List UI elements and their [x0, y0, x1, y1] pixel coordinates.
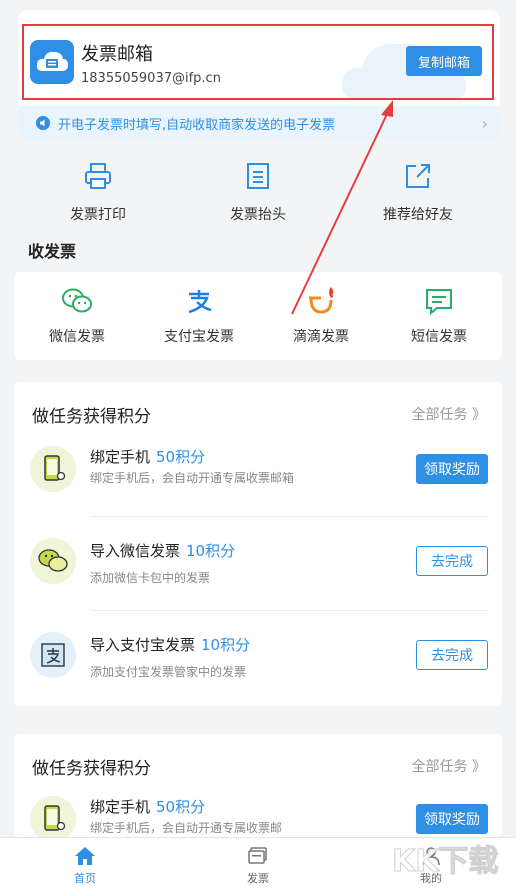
go-complete-button[interactable]: 去完成: [416, 546, 488, 576]
chevron-right-icon: ›: [481, 114, 488, 133]
go-complete-button[interactable]: 去完成: [416, 640, 488, 670]
mailbox-cloud-icon: [30, 40, 74, 84]
receive-label: 微信发票: [49, 329, 105, 345]
tools-row: 发票打印 发票抬头 推荐给好友: [0, 162, 516, 232]
task-row: 绑定手机 50积分 绑定手机后，会自动开通专属收票邮 领取奖励: [14, 774, 502, 837]
tool-print[interactable]: 发票打印: [38, 162, 158, 224]
didi-icon: [309, 287, 334, 314]
claim-reward-button[interactable]: 领取奖励: [416, 804, 488, 834]
tool-label: 推荐给好友: [383, 207, 453, 223]
notice-text: 开电子发票时填写,自动收取商家发送的电子发票: [58, 117, 336, 133]
tool-label: 发票抬头: [230, 207, 286, 223]
task-desc: 添加微信卡包中的发票: [90, 571, 211, 585]
receive-didi[interactable]: 滴滴发票: [266, 286, 376, 346]
task-points: 50积分: [156, 798, 206, 816]
copy-mailbox-button[interactable]: 复制邮箱: [406, 46, 482, 76]
svg-text:KK下载: KK下载: [392, 844, 499, 879]
watermark-url: www.kkx.net: [417, 878, 488, 891]
task-desc: 绑定手机后，会自动开通专属收票邮: [90, 821, 283, 835]
receive-wechat[interactable]: 微信发票: [22, 286, 132, 346]
task-points: 10积分: [186, 542, 236, 560]
receive-alipay[interactable]: 支付宝发票: [144, 286, 254, 346]
task-row: 导入支付宝发票 10积分 添加支付宝发票管家中的发票 去完成: [14, 610, 502, 704]
tab-label: 发票: [247, 872, 269, 885]
task-card: 做任务获得积分 全部任务 》 绑定手机 50积分 绑定手机后，会自动开通专属收票邮…: [14, 734, 502, 837]
task-points: 50积分: [156, 448, 206, 466]
document-icon: [247, 163, 269, 189]
claim-reward-button[interactable]: 领取奖励: [416, 454, 488, 484]
task-name: 绑定手机: [90, 798, 151, 816]
speaker-icon: [36, 116, 50, 130]
tab-label: 首页: [74, 872, 96, 885]
tool-share[interactable]: 推荐给好友: [358, 162, 478, 224]
tool-label: 发票打印: [70, 207, 126, 223]
task-card: 做任务获得积分 全部任务 》 绑定手机 50积分 绑定手机后，会自动开通专属收票邮…: [14, 382, 502, 706]
receive-sms[interactable]: 短信发票: [384, 286, 494, 346]
mailbox-card: 发票邮箱 18355059037@ifp.cn 复制邮箱 开电子发票时填写,自动…: [18, 10, 500, 140]
divider: [90, 610, 488, 611]
task-row: 绑定手机 50积分 绑定手机后，会自动开通专属收票邮箱 领取奖励: [14, 422, 502, 516]
tab-home[interactable]: 首页: [45, 846, 125, 886]
phone-icon: [30, 446, 76, 492]
all-tasks-link[interactable]: 全部任务 》: [412, 404, 486, 424]
printer-icon: [85, 163, 111, 189]
divider: [90, 516, 488, 517]
receive-label: 滴滴发票: [293, 329, 349, 345]
receive-section-title: 收发票: [28, 242, 77, 261]
receive-label: 短信发票: [411, 329, 467, 345]
mailbox-title: 发票邮箱: [81, 44, 153, 65]
all-tasks-link[interactable]: 全部任务 》: [412, 756, 486, 776]
task-row: 导入微信发票 10积分 添加微信卡包中的发票 去完成: [14, 516, 502, 610]
receive-label: 支付宝发票: [164, 329, 234, 345]
alipay-icon: [188, 290, 212, 314]
sms-icon: [426, 289, 452, 316]
task-name: 导入微信发票: [90, 542, 181, 560]
task-name: 导入支付宝发票: [90, 636, 196, 654]
share-icon: [406, 164, 430, 188]
phone-icon: [30, 796, 76, 837]
task-name: 绑定手机: [90, 448, 151, 466]
wechat-icon: [62, 288, 92, 313]
receive-card: 微信发票 支付宝发票 滴滴发票 短信发票: [14, 272, 502, 360]
task-desc: 添加支付宝发票管家中的发票: [90, 665, 247, 679]
mailbox-address: 18355059037@ifp.cn: [81, 71, 221, 86]
wechat-bubble-icon: [30, 538, 76, 584]
task-desc: 绑定手机后，会自动开通专属收票邮箱: [90, 471, 295, 485]
tab-invoice[interactable]: 发票: [218, 846, 298, 886]
home-icon: [75, 847, 95, 865]
notice-bar[interactable]: 开电子发票时填写,自动收取商家发送的电子发票 ›: [18, 106, 500, 140]
tool-title[interactable]: 发票抬头: [198, 162, 318, 224]
invoice-icon: [248, 847, 267, 864]
task-points: 10积分: [201, 636, 251, 654]
alipay-box-icon: [30, 632, 76, 678]
mailbox-row: 发票邮箱 18355059037@ifp.cn 复制邮箱: [22, 24, 494, 100]
